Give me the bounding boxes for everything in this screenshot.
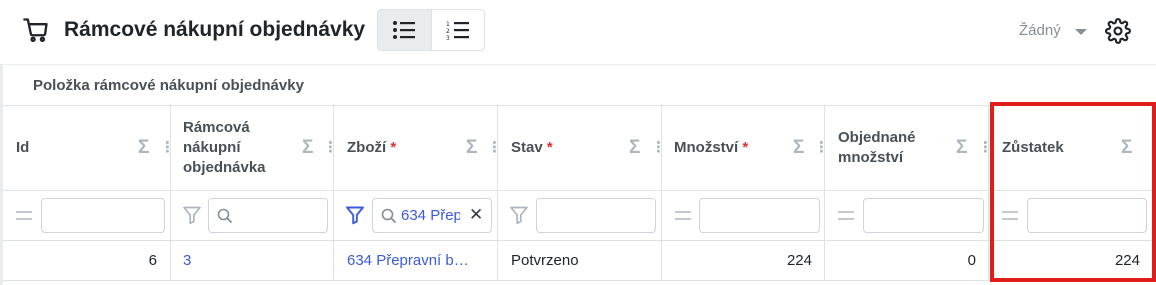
column-label: Objednané množství [838,129,916,166]
column-divider[interactable] [333,105,334,280]
numbered-list-icon: 1 2 3 [446,21,469,41]
sum-icon[interactable]: Σ [629,138,640,158]
equals-icon[interactable] [838,211,854,220]
svg-text:3: 3 [446,35,450,41]
column-divider[interactable] [824,105,825,280]
column-divider[interactable] [497,105,498,280]
required-mark: * [546,139,553,156]
view-toggle: 1 2 3 [377,9,485,51]
grid-divider [3,190,1156,191]
filter-input-stav[interactable] [536,198,656,233]
sum-icon[interactable]: Σ [466,138,477,158]
numbered-view-button[interactable]: 1 2 3 [430,10,484,50]
filter-input-zbozi[interactable]: 634 Přepravní b ✕ [372,198,492,233]
column-label: Stav * [511,139,553,156]
search-icon [381,208,397,224]
search-icon [217,208,233,224]
column-divider[interactable] [661,105,662,280]
list-view-icon [393,21,416,39]
preset-select[interactable]: Žádný [1019,21,1061,41]
grid-divider [3,240,1156,241]
filter-icon[interactable] [509,205,529,225]
cell-mnozstvi: 224 [786,252,812,269]
sum-icon[interactable]: Σ [138,138,149,158]
filter-active-icon[interactable] [345,205,365,225]
cell-zbozi-link[interactable]: 634 Přepravní b… [347,251,487,271]
column-menu-icon[interactable]: ⋮ [651,138,666,158]
grid-divider [3,105,1156,106]
equals-icon[interactable] [675,211,691,220]
filter-value: 634 Přepravní b [401,207,460,224]
cell-objednane: 0 [967,252,976,269]
filter-input-id[interactable] [41,198,165,233]
column-label: Rámcová nákupní objednávka [183,119,266,176]
list-view-button[interactable] [378,10,431,50]
app-header: Rámcové nákupní objednávky 1 2 3 Žádný [0,0,1156,64]
column-label: Id [16,139,30,156]
highlight-box [990,102,1156,282]
sum-icon[interactable]: Σ [793,138,804,158]
grid-title: Položka rámcové nákupní objednávky [33,77,304,94]
svg-text:1: 1 [446,21,450,28]
filter-input-ramcova[interactable] [208,198,328,233]
page-title: Rámcové nákupní objednávky [64,18,366,41]
filter-input-mnozstvi[interactable] [699,198,820,233]
cell-id: 6 [148,252,157,269]
required-mark: * [390,139,397,156]
cart-icon [23,18,48,43]
clear-icon[interactable]: ✕ [469,206,483,224]
column-divider[interactable] [988,105,989,280]
required-mark: * [742,139,749,156]
sum-icon[interactable]: Σ [302,138,313,158]
column-menu-icon[interactable]: ⋮ [160,138,175,158]
filter-input-objednane[interactable] [863,198,984,233]
column-menu-icon[interactable]: ⋮ [487,138,502,158]
column-menu-icon[interactable]: ⋮ [323,138,338,158]
chevron-down-icon[interactable] [1075,29,1087,35]
cell-ramcova-link[interactable]: 3 [183,251,191,271]
grid-panel [3,65,1156,285]
equals-icon[interactable] [16,211,32,220]
column-label: Zboží * [347,139,397,156]
column-label: Množství * [674,139,749,156]
filter-icon[interactable] [182,205,202,225]
column-menu-icon[interactable]: ⋮ [814,138,829,158]
svg-text:2: 2 [446,28,450,35]
gear-icon[interactable] [1105,18,1131,44]
grid-divider [3,280,1156,281]
cell-stav: Potvrzeno [511,252,579,269]
sum-icon[interactable]: Σ [956,138,967,158]
column-divider[interactable] [170,105,171,280]
